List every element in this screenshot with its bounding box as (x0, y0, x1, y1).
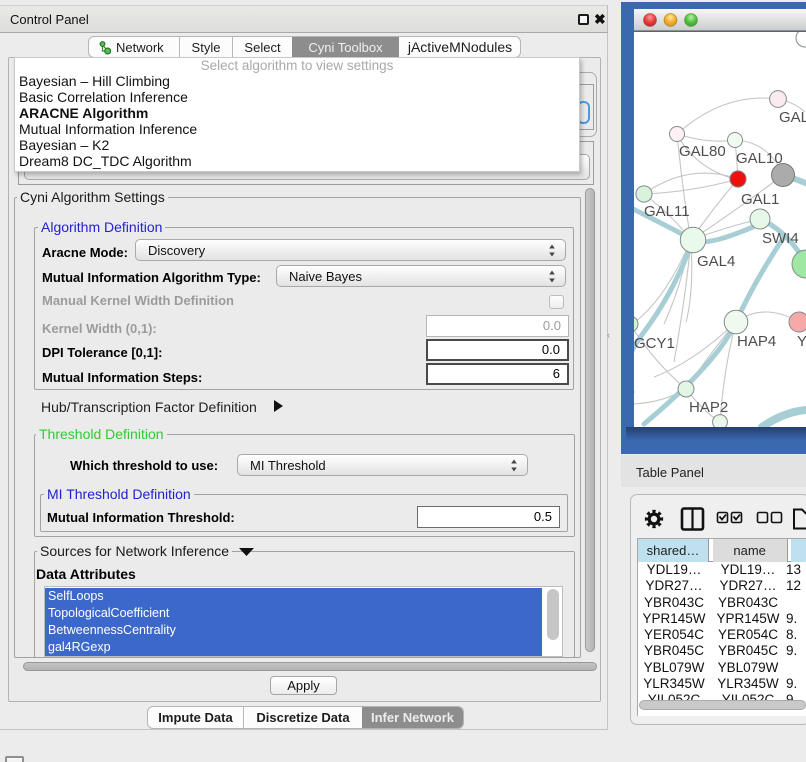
svg-text:GCY1: GCY1 (634, 335, 675, 352)
svg-text:SWI4: SWI4 (762, 230, 799, 247)
svg-text:Y: Y (797, 333, 806, 350)
svg-text:HAP4: HAP4 (737, 333, 776, 350)
svg-text:GAL1: GAL1 (741, 191, 779, 208)
svg-text:HAP2: HAP2 (689, 399, 728, 416)
svg-text:GAL80: GAL80 (679, 143, 726, 160)
svg-text:GAL: GAL (779, 109, 806, 126)
svg-text:GAL11: GAL11 (644, 203, 690, 220)
svg-text:GAL10: GAL10 (736, 150, 783, 167)
svg-text:GAL4: GAL4 (697, 253, 735, 270)
